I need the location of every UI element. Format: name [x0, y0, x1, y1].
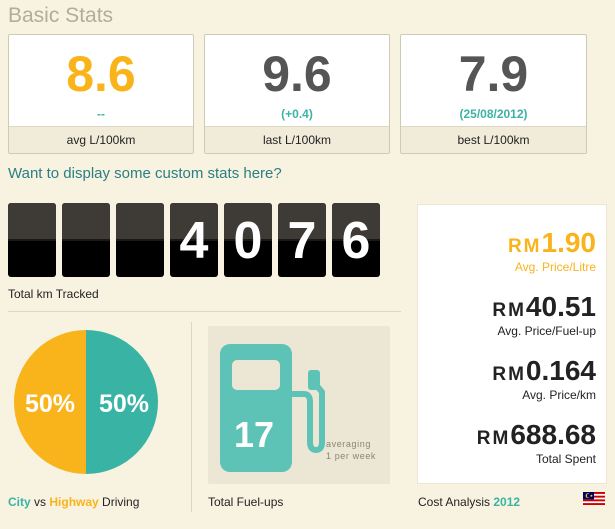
best-consumption-value: 7.9	[458, 46, 529, 102]
highway-percent-label: 50%	[25, 390, 75, 418]
avg-price-km-label: Avg. Price/km	[522, 388, 596, 402]
fuelups-note: averaging 1 per week	[326, 438, 388, 462]
total-spent: RM688.68 Total Spent	[477, 419, 596, 466]
last-consumption-card: 9.6 (+0.4) last L/100km	[204, 34, 390, 154]
fuelups-note-line: averaging	[326, 439, 371, 449]
city-highway-pie: 50% 50%	[14, 330, 158, 474]
fuelups-count: 17	[234, 414, 275, 455]
avg-price-km: RM0.164 Avg. Price/km	[492, 355, 596, 402]
currency-label: RM	[507, 236, 542, 257]
last-consumption-label: last L/100km	[205, 126, 389, 153]
city-percent-label: 50%	[99, 390, 149, 418]
cost-analysis-year: 2012	[493, 495, 521, 509]
last-consumption-value: 9.6	[262, 46, 332, 102]
avg-consumption-value: 8.6	[66, 46, 136, 102]
odometer-digit	[116, 203, 164, 277]
last-consumption-change: (+0.4)	[281, 107, 313, 121]
avg-price-km-value: 0.164	[525, 355, 596, 386]
currency-label: RM	[476, 428, 511, 449]
avg-price-litre-label: Avg. Price/Litre	[514, 260, 596, 274]
section-divider	[191, 322, 192, 512]
odometer-digit: 6	[332, 203, 380, 277]
fuelups-note-line: 1 per week	[326, 451, 377, 461]
odometer-digit	[62, 203, 110, 277]
best-consumption-date: (25/08/2012)	[459, 107, 528, 121]
cost-analysis-caption: Cost Analysis 2012	[418, 495, 520, 509]
avg-price-fuelup: RM40.51 Avg. Price/Fuel-up	[492, 291, 596, 338]
odometer-digit: 7	[278, 203, 326, 277]
avg-consumption-card: 8.6 -- avg L/100km	[8, 34, 194, 154]
odometer: 4 0 7 6	[8, 203, 386, 277]
malaysia-flag-icon[interactable]	[583, 492, 605, 505]
avg-consumption-change: --	[97, 107, 105, 121]
section-divider	[8, 311, 401, 312]
total-fuelups-label: Total Fuel-ups	[208, 495, 284, 509]
page-title: Basic Stats	[8, 4, 114, 27]
highway-label: Highway	[49, 495, 99, 509]
odometer-digit: 0	[224, 203, 272, 277]
avg-price-fuelup-label: Avg. Price/Fuel-up	[497, 324, 597, 338]
custom-stats-link[interactable]: Want to display some custom stats here?	[8, 165, 282, 182]
vs-label: vs	[34, 495, 47, 509]
odometer-digit: 4	[170, 203, 218, 277]
driving-caption: City vs Highway Driving	[8, 495, 139, 509]
cost-analysis-panel: RM1.90 Avg. Price/Litre RM40.51 Avg. Pri…	[417, 204, 607, 484]
avg-price-fuelup-value: 40.51	[525, 291, 596, 322]
currency-label: RM	[492, 300, 526, 321]
best-consumption-card: 7.9 (25/08/2012) best L/100km	[400, 34, 587, 154]
avg-price-litre-value: 1.90	[541, 227, 597, 258]
currency-label: RM	[492, 364, 526, 385]
total-spent-value: 688.68	[510, 419, 596, 450]
avg-price-litre: RM1.90 Avg. Price/Litre	[508, 227, 596, 274]
city-label: City	[8, 495, 31, 509]
driving-label: Driving	[102, 495, 140, 509]
fuelups-panel: 17 averaging 1 per week	[208, 326, 390, 484]
best-consumption-label: best L/100km	[401, 126, 586, 153]
total-km-label: Total km Tracked	[8, 287, 99, 301]
avg-consumption-label: avg L/100km	[9, 126, 193, 153]
total-spent-label: Total Spent	[535, 452, 596, 466]
cost-analysis-label: Cost Analysis	[418, 495, 491, 509]
odometer-digit	[8, 203, 56, 277]
